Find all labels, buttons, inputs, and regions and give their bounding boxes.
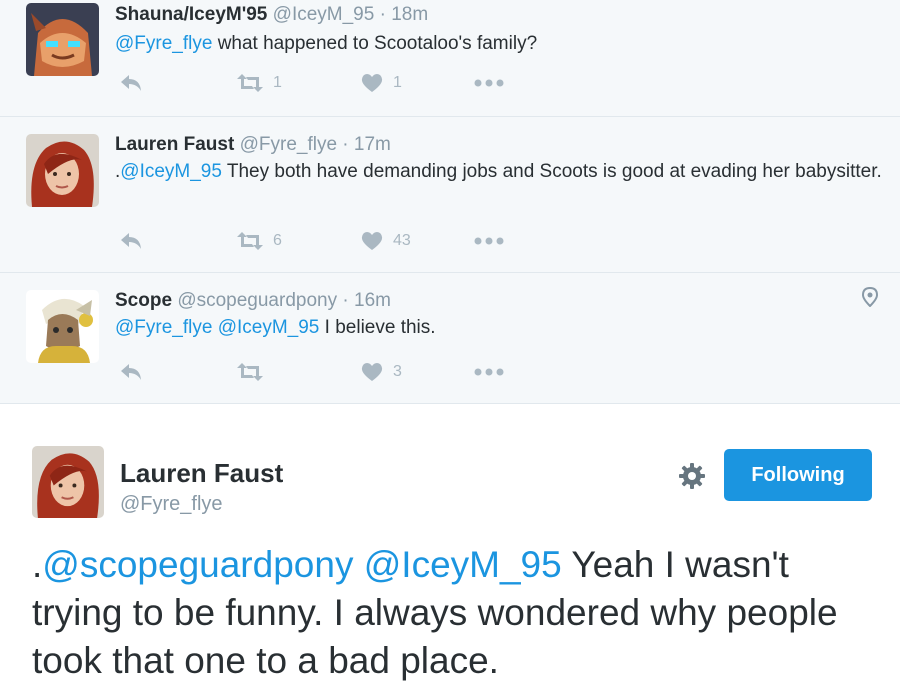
retweet-button[interactable]: 6 xyxy=(237,226,282,256)
more-icon xyxy=(474,368,504,376)
tweet-body: They both have demanding jobs and Scoots… xyxy=(221,161,882,182)
main-tweet-text: .@scopeguardpony @IceyM_95 Yeah I wasn't… xyxy=(32,541,882,685)
main-author-handle[interactable]: @Fyre_flye xyxy=(120,493,223,516)
tweet-1[interactable]: Shauna/IceyM'95 @IceyM_95 · 18m @Fyre_fl… xyxy=(0,0,900,117)
reply-button[interactable] xyxy=(120,226,142,256)
main-avatar[interactable] xyxy=(32,446,104,518)
mention-link[interactable]: @IceyM_95 xyxy=(364,544,562,585)
mention-link[interactable]: @IceyM_95 xyxy=(218,317,320,338)
author-name[interactable]: Scope xyxy=(115,290,172,311)
author-handle[interactable]: @IceyM_95 xyxy=(273,4,375,25)
heart-icon xyxy=(361,232,383,250)
retweet-count: 1 xyxy=(273,74,282,91)
reply-button[interactable] xyxy=(120,68,142,98)
tweet-3[interactable]: Scope @scopeguardpony · 16m @Fyre_flye @… xyxy=(0,273,900,404)
reply-icon xyxy=(121,75,141,91)
heart-icon xyxy=(361,74,383,92)
mention-link[interactable]: @Fyre_flye xyxy=(115,317,212,338)
timestamp[interactable]: 16m xyxy=(354,290,391,311)
retweet-icon xyxy=(237,363,263,381)
like-count: 43 xyxy=(393,232,411,249)
tweet-header: Scope @scopeguardpony · 16m xyxy=(115,290,391,312)
timestamp[interactable]: 18m xyxy=(391,4,428,25)
location-pin-icon xyxy=(861,286,879,308)
tweet-text: @Fyre_flye what happened to Scootaloo's … xyxy=(115,30,885,58)
avatar[interactable] xyxy=(26,3,99,76)
mention-link[interactable]: @scopeguardpony xyxy=(42,544,353,585)
tweet-text: .@IceyM_95 They both have demanding jobs… xyxy=(115,158,885,186)
avatar[interactable] xyxy=(26,134,99,207)
more-button[interactable] xyxy=(474,357,504,387)
like-count: 1 xyxy=(393,74,402,91)
like-button[interactable]: 3 xyxy=(361,357,402,387)
tweet-2[interactable]: Lauren Faust @Fyre_flye · 17m .@IceyM_95… xyxy=(0,117,900,273)
separator: · xyxy=(374,4,392,25)
reply-icon xyxy=(121,233,141,249)
author-handle[interactable]: @scopeguardpony xyxy=(177,290,337,311)
separator: · xyxy=(337,134,354,155)
retweet-button[interactable] xyxy=(237,357,273,387)
mention-link[interactable]: @Fyre_flye xyxy=(115,33,212,54)
main-author-name[interactable]: Lauren Faust xyxy=(120,458,283,489)
like-button[interactable]: 1 xyxy=(361,68,402,98)
location-pin[interactable] xyxy=(861,286,879,312)
author-name[interactable]: Shauna/IceyM'95 xyxy=(115,4,267,25)
tweet-text: @Fyre_flye @IceyM_95 I believe this. xyxy=(115,314,885,342)
avatar[interactable] xyxy=(26,290,99,363)
tweet-header: Lauren Faust @Fyre_flye · 17m xyxy=(115,134,391,156)
like-button[interactable]: 43 xyxy=(361,226,411,256)
author-handle[interactable]: @Fyre_flye xyxy=(240,134,337,155)
settings-button[interactable] xyxy=(676,460,708,497)
retweet-icon xyxy=(237,232,263,250)
heart-icon xyxy=(361,363,383,381)
retweet-count: 6 xyxy=(273,232,282,249)
reply-icon xyxy=(121,364,141,380)
retweet-button[interactable]: 1 xyxy=(237,68,282,98)
more-button[interactable] xyxy=(474,68,504,98)
timestamp[interactable]: 17m xyxy=(354,134,391,155)
separator: · xyxy=(337,290,354,311)
reply-button[interactable] xyxy=(120,357,142,387)
more-button[interactable] xyxy=(474,226,504,256)
tweet-body: I believe this. xyxy=(319,317,436,338)
tweet-prefix: . xyxy=(32,544,43,585)
more-icon xyxy=(474,237,504,245)
author-name[interactable]: Lauren Faust xyxy=(115,134,234,155)
more-icon xyxy=(474,79,504,87)
like-count: 3 xyxy=(393,363,402,380)
gear-icon xyxy=(679,463,705,489)
following-button[interactable]: Following xyxy=(724,449,872,501)
mention-link[interactable]: @IceyM_95 xyxy=(120,161,222,182)
retweet-icon xyxy=(237,74,263,92)
tweet-body: what happened to Scootaloo's family? xyxy=(212,33,538,54)
tweet-header: Shauna/IceyM'95 @IceyM_95 · 18m xyxy=(115,4,428,26)
conversation-thread: Shauna/IceyM'95 @IceyM_95 · 18m @Fyre_fl… xyxy=(0,0,900,404)
